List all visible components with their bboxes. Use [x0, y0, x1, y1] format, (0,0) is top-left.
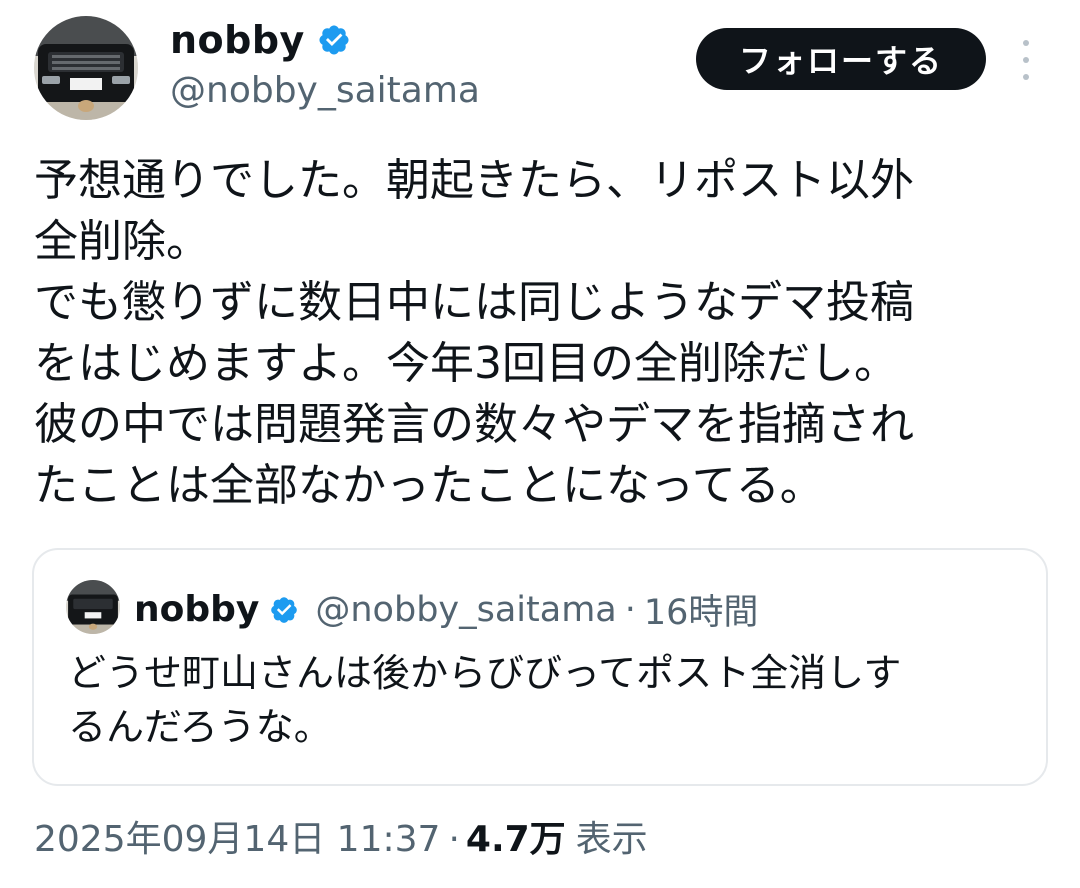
quoted-author-handle: @nobby_saitama	[315, 589, 617, 630]
views-label: 表示	[575, 819, 648, 860]
quoted-avatar-image	[66, 580, 120, 634]
tweet-text-line: 予想通りでした。朝起きたら、リポスト以外	[34, 155, 914, 206]
tweet-page: nobby @nobby_saitama フォローする 予想通りでした。朝起きた…	[0, 0, 1080, 888]
verified-badge-icon	[271, 596, 298, 623]
tweet-text-line: でも懲りずに数日中には同じようなデマ投稿	[34, 277, 914, 328]
avatar-image	[34, 16, 138, 120]
tweet-text-line: 彼の中では問題発言の数々やデマを指摘され	[34, 399, 914, 450]
tweet-text: 予想通りでした。朝起きたら、リポスト以外 全削除。 でも懲りずに数日中には同じよ…	[34, 150, 1044, 516]
quoted-post-header: nobby @nobby_saitama · 16時間	[134, 584, 758, 635]
more-options-icon[interactable]	[1014, 40, 1038, 80]
quoted-author-avatar	[66, 580, 120, 634]
author-name-row: nobby	[170, 18, 351, 62]
follow-button[interactable]: フォローする	[696, 28, 986, 90]
tweet-text-line: をはじめますよ。今年3回目の全削除だし。	[34, 338, 898, 389]
tweet-text-line: 全削除。	[34, 216, 210, 267]
meta-separator: ·	[448, 819, 460, 860]
more-dot	[1023, 74, 1029, 80]
quoted-text-line: どうせ町山さんは後からびびってポスト全消しす	[68, 651, 902, 695]
post-timestamp[interactable]: 2025年09月14日 11:37	[34, 810, 440, 862]
post-meta: 2025年09月14日 11:37 · 4.7万 表示	[34, 810, 648, 862]
quoted-post-time: 16時間	[643, 593, 759, 633]
tweet-text-line: たことは全部なかったことになってる。	[34, 460, 824, 511]
author-name[interactable]: nobby	[170, 18, 305, 62]
quoted-text-line: るんだろうな。	[68, 705, 332, 749]
more-dot	[1023, 57, 1029, 63]
more-dot	[1023, 40, 1029, 46]
views-count: 4.7万	[465, 819, 566, 860]
author-avatar[interactable]	[34, 16, 138, 120]
quoted-separator: ·	[624, 589, 636, 630]
quoted-post-card[interactable]: nobby @nobby_saitama · 16時間 どうせ町山さんは後からび…	[32, 548, 1048, 786]
verified-badge-icon	[319, 25, 349, 55]
quoted-post-text: どうせ町山さんは後からびびってポスト全消しす るんだろうな。	[68, 646, 1028, 754]
author-handle[interactable]: @nobby_saitama	[170, 70, 480, 111]
quoted-author-name: nobby	[134, 589, 260, 630]
